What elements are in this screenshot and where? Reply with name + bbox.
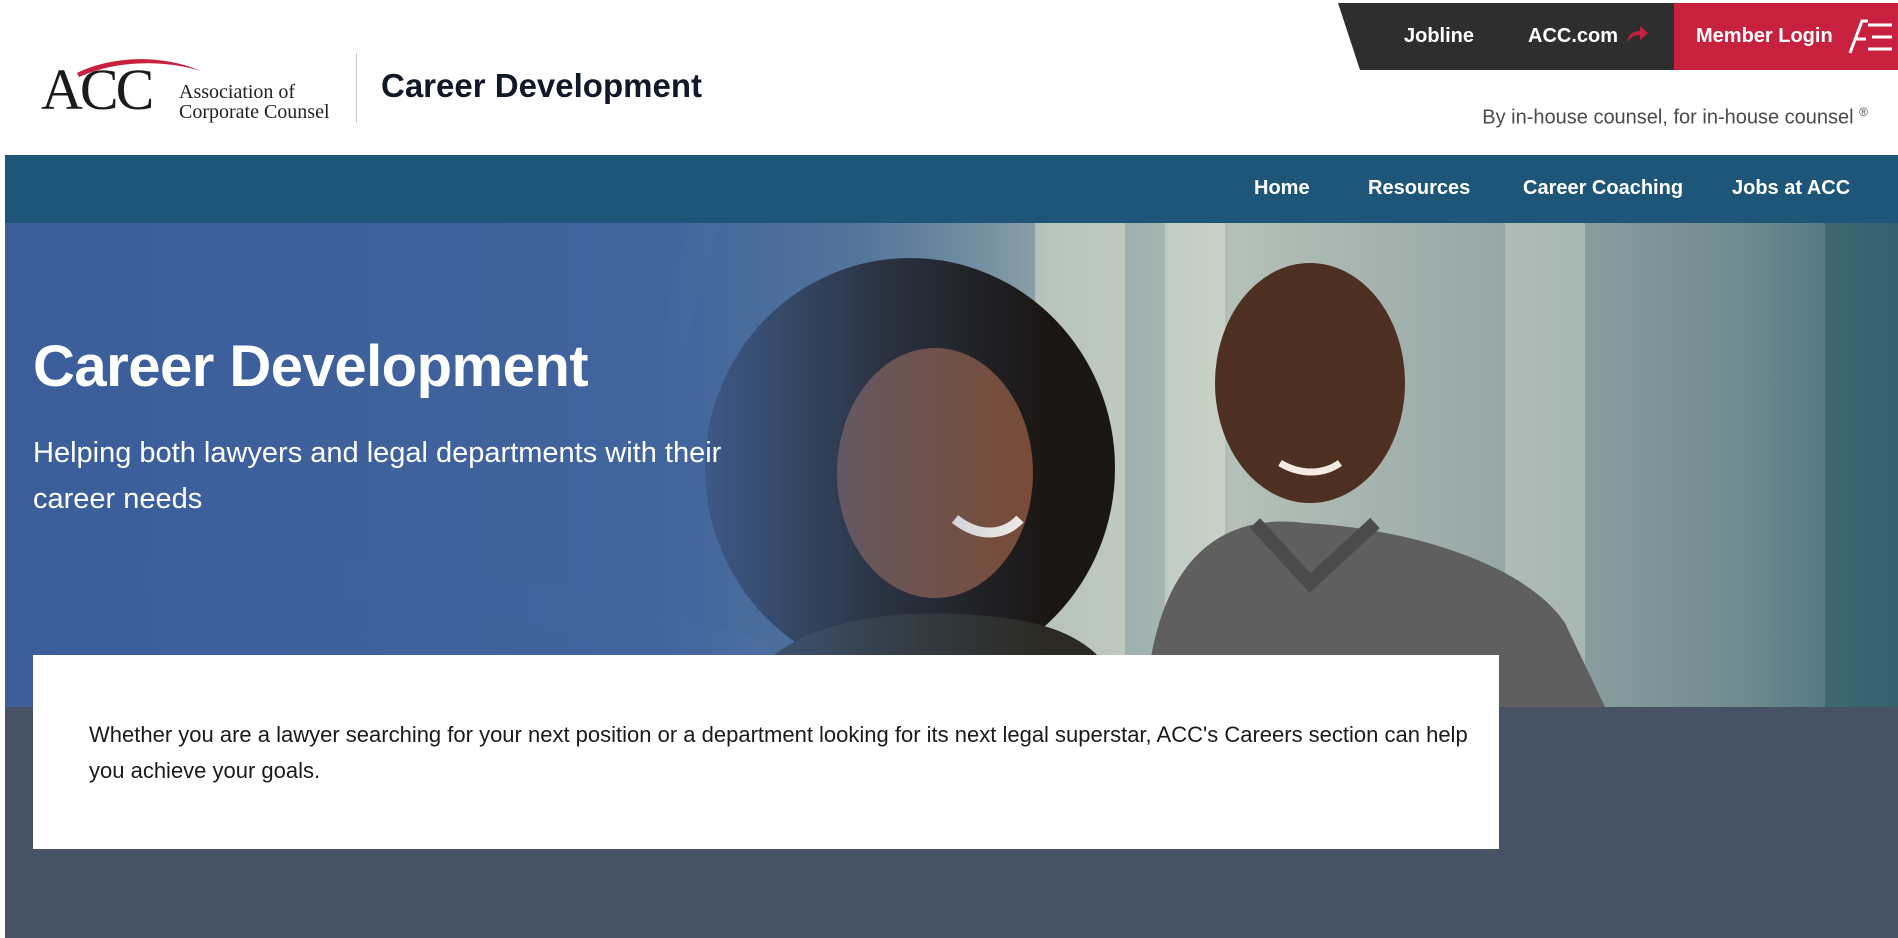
tagline: By in-house counsel, for in-house counse… [1482,105,1868,130]
ae-logo-icon [1848,19,1892,54]
hero-subtitle: Helping both lawyers and legal departmen… [33,437,722,515]
hero-banner: Career Development Helping both lawyers … [5,223,1898,707]
nav-item-jobs-at-acc[interactable]: Jobs at ACC [1732,177,1850,200]
member-login-link[interactable]: Member Login [1696,25,1833,48]
logo-org-line2: Corporate Counsel [179,101,330,123]
hero-title: Career Development [33,334,589,399]
main-nav: Home Resources Career Coaching Jobs at A… [5,155,1898,223]
intro-card: Whether you are a lawyer searching for y… [33,655,1499,849]
page: ACC Association of Corporate Counsel Car… [5,3,1898,938]
share-arrow-icon [1627,26,1648,43]
nav-item-home[interactable]: Home [1254,177,1310,200]
nav-item-career-coaching[interactable]: Career Coaching [1523,177,1683,200]
logo-org-name: Association of Corporate Counsel [179,82,330,122]
site-title[interactable]: Career Development [381,67,702,105]
header-divider [356,53,357,123]
jobline-link[interactable]: Jobline [1404,25,1474,48]
intro-text: Whether you are a lawyer searching for y… [89,722,1468,783]
logo-acc-text: ACC [41,57,154,122]
tagline-text: By in-house counsel, for in-house counse… [1482,106,1854,129]
nav-item-resources[interactable]: Resources [1368,177,1470,200]
acc-logo[interactable]: ACC Association of Corporate Counsel [41,51,341,125]
logo-org-line1: Association of [179,81,296,103]
site-header: ACC Association of Corporate Counsel Car… [5,3,1898,155]
registered-mark: ® [1859,105,1868,119]
utility-bar: Jobline ACC.com Member Login [1338,3,1898,70]
acc-com-link[interactable]: ACC.com [1528,25,1618,48]
